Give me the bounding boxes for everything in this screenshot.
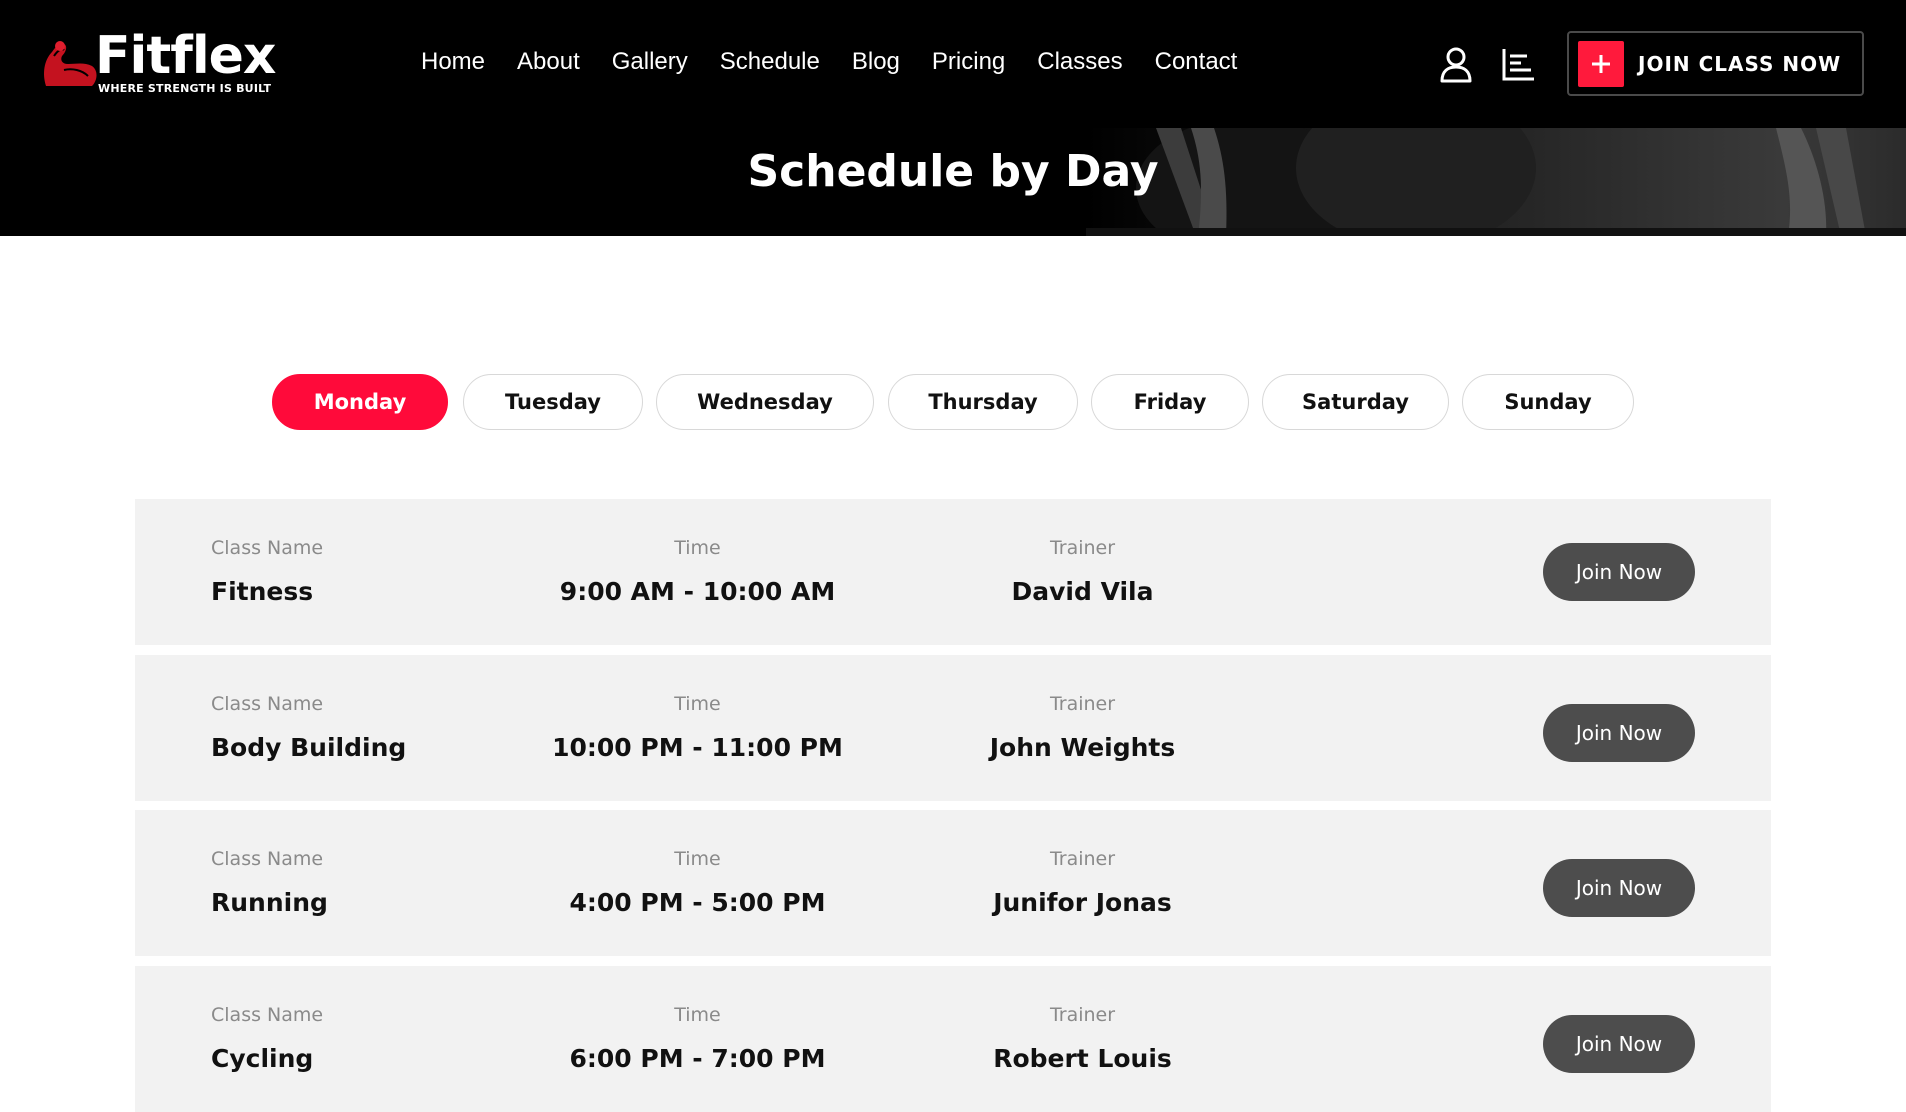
- join-now-button[interactable]: Join Now: [1543, 704, 1695, 762]
- time-label: Time: [674, 1004, 721, 1026]
- plus-icon: [1578, 40, 1624, 87]
- trainer-value: John Weights: [989, 733, 1176, 762]
- schedule-row: Class Name Body Building Time 10:00 PM -…: [135, 655, 1771, 801]
- time-label: Time: [674, 693, 721, 715]
- brand-tagline: WHERE STRENGTH IS BUILT: [98, 82, 272, 95]
- flexing-arm-icon: [44, 41, 97, 86]
- join-now-button[interactable]: Join Now: [1543, 543, 1695, 601]
- class-name-value: Fitness: [211, 577, 314, 606]
- time-value: 4:00 PM - 5:00 PM: [569, 888, 826, 917]
- class-name-label: Class Name: [211, 848, 324, 870]
- main-nav: Home About Gallery Schedule Blog Pricing…: [405, 40, 1253, 84]
- trainer-label: Trainer: [1049, 1004, 1116, 1026]
- class-name-value: Running: [211, 888, 328, 917]
- tab-monday[interactable]: Monday: [272, 374, 448, 430]
- trainer-value: David Vila: [1011, 577, 1154, 606]
- trainer-value: Junifor Jonas: [993, 888, 1172, 917]
- time-label: Time: [674, 537, 721, 559]
- nav-about[interactable]: About: [501, 40, 596, 84]
- time-value: 6:00 PM - 7:00 PM: [569, 1044, 826, 1073]
- tab-tuesday[interactable]: Tuesday: [463, 374, 643, 430]
- site-header: Fitflex WHERE STRENGTH IS BUILT Home Abo…: [0, 0, 1906, 128]
- join-class-now-button[interactable]: JOIN CLASS NOW: [1567, 31, 1864, 96]
- user-icon[interactable]: [1436, 44, 1476, 84]
- time-value: 9:00 AM - 10:00 AM: [559, 577, 836, 606]
- nav-classes[interactable]: Classes: [1021, 40, 1138, 84]
- join-now-button[interactable]: Join Now: [1543, 1015, 1695, 1073]
- schedule-row: Class Name Fitness Time 9:00 AM - 10:00 …: [135, 499, 1771, 645]
- tab-saturday[interactable]: Saturday: [1262, 374, 1449, 430]
- nav-blog[interactable]: Blog: [836, 40, 916, 84]
- class-name-value: Cycling: [211, 1044, 314, 1073]
- class-name-label: Class Name: [211, 537, 324, 559]
- page-title: Schedule by Day: [747, 146, 1159, 197]
- nav-gallery[interactable]: Gallery: [596, 40, 704, 84]
- class-name-value: Body Building: [211, 733, 407, 762]
- tab-wednesday[interactable]: Wednesday: [656, 374, 874, 430]
- trainer-label: Trainer: [1049, 848, 1116, 870]
- page-hero: Schedule by Day: [0, 128, 1906, 236]
- trainer-label: Trainer: [1049, 693, 1116, 715]
- nav-contact[interactable]: Contact: [1139, 40, 1254, 84]
- time-value: 10:00 PM - 11:00 PM: [552, 733, 843, 762]
- brand-name: Fitflex: [95, 26, 276, 86]
- tab-sunday[interactable]: Sunday: [1462, 374, 1634, 430]
- nav-pricing[interactable]: Pricing: [916, 40, 1021, 84]
- trainer-value: Robert Louis: [993, 1044, 1172, 1073]
- tab-friday[interactable]: Friday: [1091, 374, 1249, 430]
- time-label: Time: [674, 848, 721, 870]
- join-now-button[interactable]: Join Now: [1543, 859, 1695, 917]
- nav-home[interactable]: Home: [405, 40, 501, 84]
- logo[interactable]: Fitflex WHERE STRENGTH IS BUILT: [40, 26, 280, 100]
- class-name-label: Class Name: [211, 1004, 324, 1026]
- nav-schedule[interactable]: Schedule: [704, 40, 836, 84]
- class-name-label: Class Name: [211, 693, 324, 715]
- tab-thursday[interactable]: Thursday: [888, 374, 1078, 430]
- trainer-label: Trainer: [1049, 537, 1116, 559]
- menu-lines-icon[interactable]: [1499, 44, 1539, 84]
- join-class-now-label: JOIN CLASS NOW: [1638, 51, 1842, 76]
- schedule-row: Class Name Cycling Time 6:00 PM - 7:00 P…: [135, 966, 1771, 1112]
- schedule-row: Class Name Running Time 4:00 PM - 5:00 P…: [135, 810, 1771, 956]
